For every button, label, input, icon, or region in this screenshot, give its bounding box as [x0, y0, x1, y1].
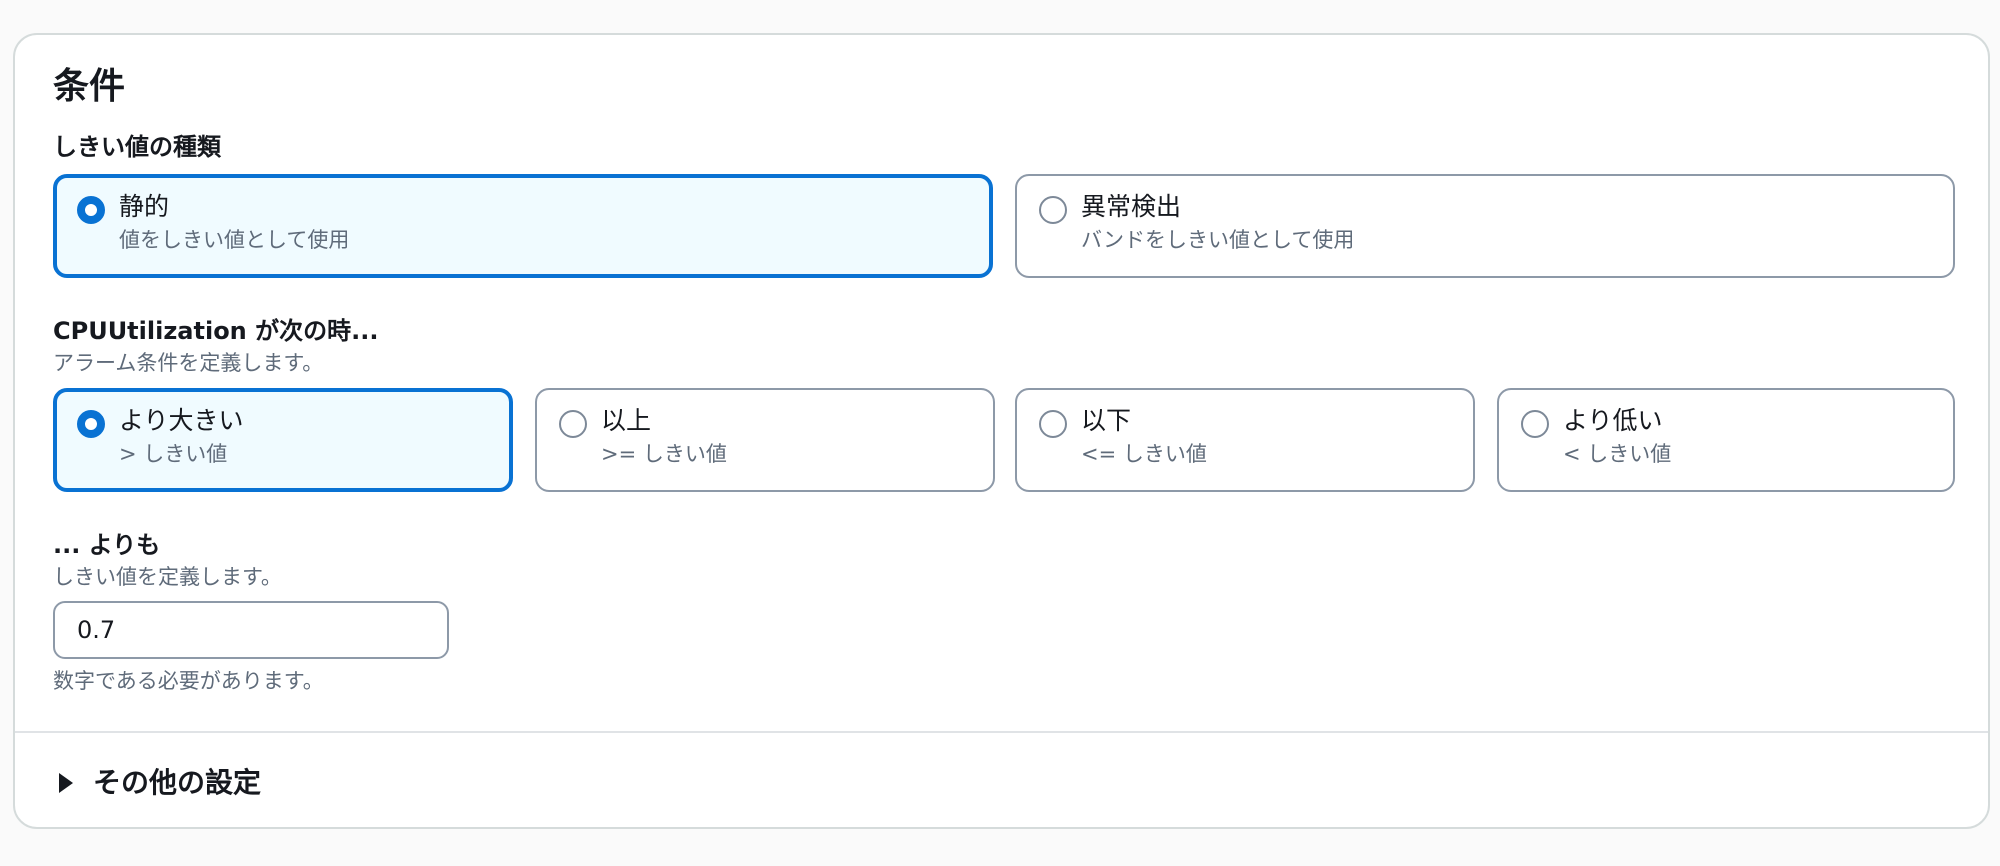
comparison-greater-equal-option[interactable]: 以上 >= しきい値: [535, 388, 995, 492]
option-label: 以下: [1081, 406, 1132, 435]
caret-right-icon[interactable]: [59, 773, 73, 793]
option-label: より大きい: [119, 406, 244, 435]
threshold-value-input[interactable]: [53, 601, 449, 659]
comparison-less-option[interactable]: より低い < しきい値: [1497, 388, 1955, 492]
option-label: より低い: [1563, 406, 1663, 435]
option-description: < しきい値: [1563, 442, 1672, 466]
threshold-type-static-option[interactable]: 静的 値をしきい値として使用: [53, 174, 993, 278]
radio-selected-icon[interactable]: [77, 410, 105, 438]
option-label: 異常検出: [1081, 192, 1182, 221]
option-description: >= しきい値: [601, 442, 727, 466]
radio-selected-icon[interactable]: [77, 196, 105, 224]
section-title: 条件: [53, 66, 126, 107]
threshold-value-constraint: 数字である必要があります。: [53, 669, 324, 693]
comparison-greater-option[interactable]: より大きい > しきい値: [53, 388, 513, 492]
radio-unselected-icon[interactable]: [1039, 410, 1067, 438]
radio-unselected-icon[interactable]: [1039, 196, 1067, 224]
conditions-panel: 条件 しきい値の種類 静的 値をしきい値として使用 異常検出 バンドをしきい値と…: [13, 33, 1990, 829]
threshold-value-label: ... よりも: [53, 531, 161, 559]
additional-settings-expander[interactable]: その他の設定: [59, 765, 379, 801]
option-description: > しきい値: [119, 442, 228, 466]
option-label: 以上: [601, 406, 652, 435]
option-description: バンドをしきい値として使用: [1081, 228, 1355, 252]
option-description: 値をしきい値として使用: [119, 228, 350, 252]
section-divider: [15, 731, 1988, 733]
additional-settings-label: その他の設定: [93, 766, 262, 799]
threshold-type-label: しきい値の種類: [53, 133, 221, 161]
radio-unselected-icon[interactable]: [559, 410, 587, 438]
radio-unselected-icon[interactable]: [1521, 410, 1549, 438]
option-label: 静的: [119, 192, 170, 221]
comparison-less-equal-option[interactable]: 以下 <= しきい値: [1015, 388, 1475, 492]
comparison-label: CPUUtilization が次の時...: [53, 317, 379, 345]
threshold-type-anomaly-option[interactable]: 異常検出 バンドをしきい値として使用: [1015, 174, 1955, 278]
threshold-value-description: しきい値を定義します。: [53, 565, 282, 589]
comparison-description: アラーム条件を定義します。: [53, 351, 324, 375]
option-description: <= しきい値: [1081, 442, 1207, 466]
